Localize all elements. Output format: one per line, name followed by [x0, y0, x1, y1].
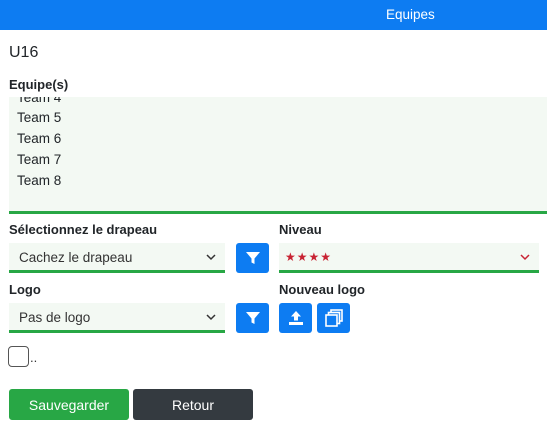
back-button[interactable]: Retour — [133, 389, 253, 420]
level-select[interactable]: ★★★★ — [279, 243, 539, 273]
chevron-down-icon — [206, 314, 216, 321]
list-item[interactable]: Team 5 — [17, 110, 61, 125]
logo-select[interactable]: Pas de logo — [9, 303, 225, 333]
chevron-down-icon — [206, 254, 216, 261]
copy-logo-button[interactable] — [317, 303, 350, 333]
list-item[interactable]: Team 4 — [17, 97, 61, 105]
list-item[interactable]: Team 8 — [17, 173, 61, 188]
logo-filter-button[interactable] — [236, 303, 269, 333]
filter-icon — [245, 312, 260, 324]
top-navbar: Equipes — [0, 0, 547, 30]
flag-filter-button[interactable] — [236, 243, 269, 273]
teams-label: Equipe(s) — [9, 77, 69, 92]
logo-label: Logo — [9, 282, 41, 297]
flag-label: Sélectionnez le drapeau — [9, 222, 158, 237]
page-title: U16 — [9, 44, 39, 61]
chevron-down-icon — [520, 254, 530, 261]
flag-select-value: Cachez le drapeau — [19, 250, 133, 265]
new-logo-label: Nouveau logo — [279, 282, 365, 297]
list-item[interactable]: Team 6 — [17, 131, 61, 146]
level-label: Niveau — [279, 222, 322, 237]
level-select-value: ★★★★ — [285, 250, 333, 264]
option-checkbox[interactable] — [8, 346, 29, 367]
flag-select[interactable]: Cachez le drapeau — [9, 243, 225, 273]
save-button[interactable]: Sauvegarder — [9, 389, 129, 420]
upload-icon — [288, 311, 303, 325]
teams-multiselect[interactable]: Team 4 Team 5 Team 6 Team 7 Team 8 — [9, 97, 547, 214]
list-item[interactable]: Team 7 — [17, 152, 61, 167]
logo-select-value: Pas de logo — [19, 310, 91, 325]
copy-icon — [324, 309, 343, 327]
filter-icon — [245, 252, 260, 264]
checkbox-label: .. — [30, 350, 38, 365]
nav-title[interactable]: Equipes — [386, 7, 435, 22]
upload-logo-button[interactable] — [279, 303, 312, 333]
